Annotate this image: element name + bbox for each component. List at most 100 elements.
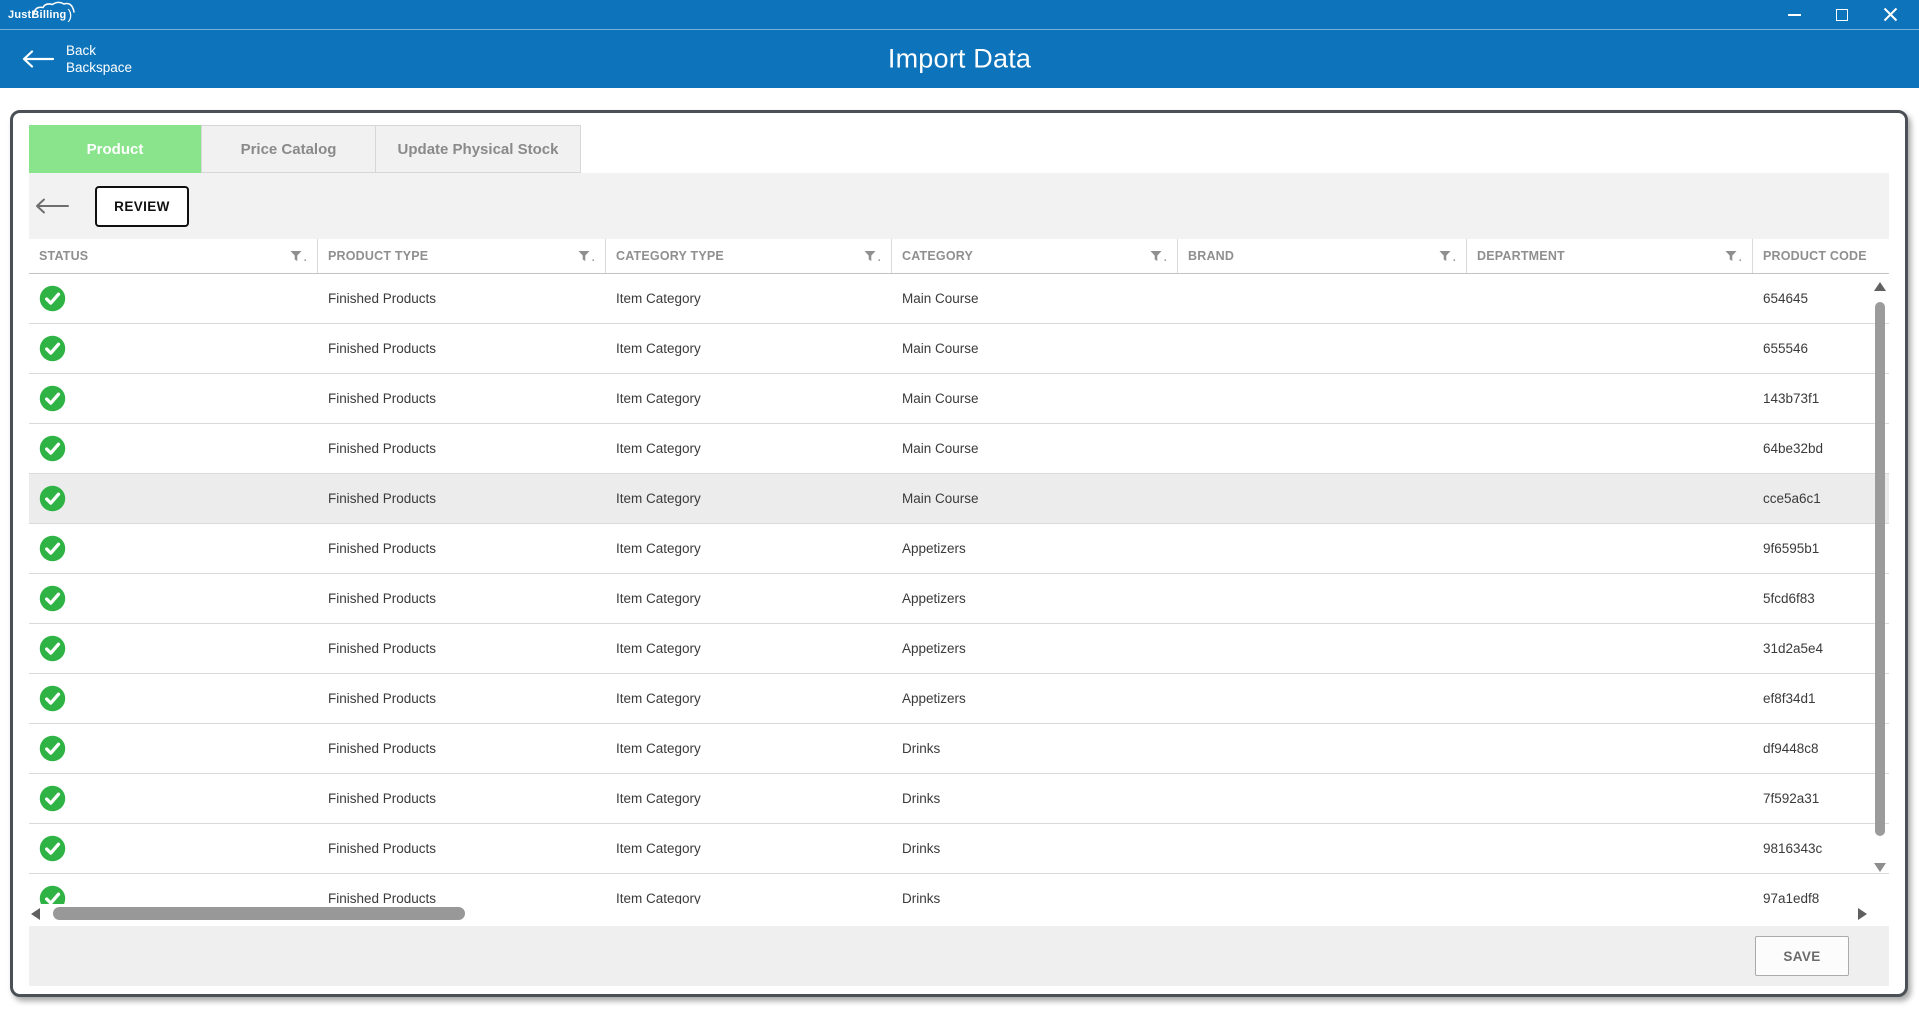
table-row[interactable]: Finished ProductsItem CategoryAppetizers… bbox=[29, 574, 1889, 624]
vertical-scroll-thumb[interactable] bbox=[1875, 302, 1885, 836]
cell-product-type: Finished Products bbox=[318, 691, 606, 706]
page-title: Import Data bbox=[888, 44, 1031, 75]
cell-category-type: Item Category bbox=[606, 491, 892, 506]
table-row[interactable]: Finished ProductsItem CategoryAppetizers… bbox=[29, 674, 1889, 724]
close-icon bbox=[1883, 7, 1898, 22]
cell-product-code: 5fcd6f83 bbox=[1753, 591, 1889, 606]
minimize-button[interactable] bbox=[1785, 6, 1803, 24]
cell-category-type: Item Category bbox=[606, 441, 892, 456]
cell-category-type: Item Category bbox=[606, 691, 892, 706]
column-filter-button[interactable]: . bbox=[290, 250, 307, 262]
table-row[interactable]: Finished ProductsItem CategoryAppetizers… bbox=[29, 624, 1889, 674]
cell-status bbox=[29, 785, 318, 812]
cell-category-type: Item Category bbox=[606, 891, 892, 904]
column-filter-button[interactable]: . bbox=[864, 250, 881, 262]
column-label: BRAND bbox=[1188, 249, 1234, 263]
cell-category-type: Item Category bbox=[606, 541, 892, 556]
success-check-icon bbox=[39, 285, 66, 312]
left-arrow-icon bbox=[35, 198, 69, 214]
tab-update-physical-stock[interactable]: Update Physical Stock bbox=[375, 125, 581, 173]
cell-product-code: 654645 bbox=[1753, 291, 1889, 306]
cell-category: Drinks bbox=[892, 891, 1178, 904]
filter-dot: . bbox=[1739, 254, 1742, 262]
column-filter-button[interactable]: . bbox=[1725, 250, 1742, 262]
filter-funnel-icon bbox=[578, 250, 590, 262]
success-check-icon bbox=[39, 635, 66, 662]
horizontal-scrollbar[interactable] bbox=[29, 906, 1889, 922]
app-logo: JustBilling) bbox=[8, 7, 72, 23]
table-row[interactable]: Finished ProductsItem CategoryDrinks7f59… bbox=[29, 774, 1889, 824]
close-button[interactable] bbox=[1881, 6, 1899, 24]
minimize-icon bbox=[1788, 14, 1801, 16]
table-row[interactable]: Finished ProductsItem CategoryDrinks97a1… bbox=[29, 874, 1889, 904]
back-label-line1: Back bbox=[66, 42, 132, 59]
column-label: DEPARTMENT bbox=[1477, 249, 1565, 263]
cell-category-type: Item Category bbox=[606, 341, 892, 356]
cell-status bbox=[29, 335, 318, 362]
filter-dot: . bbox=[304, 254, 307, 262]
column-filter-button[interactable]: . bbox=[1150, 250, 1167, 262]
cell-product-type: Finished Products bbox=[318, 491, 606, 506]
table-row[interactable]: Finished ProductsItem CategoryMain Cours… bbox=[29, 274, 1889, 324]
success-check-icon bbox=[39, 685, 66, 712]
scroll-down-icon[interactable] bbox=[1874, 863, 1886, 872]
tab-product[interactable]: Product bbox=[29, 125, 201, 173]
success-check-icon bbox=[39, 535, 66, 562]
cell-status bbox=[29, 285, 318, 312]
cell-status bbox=[29, 835, 318, 862]
cell-status bbox=[29, 535, 318, 562]
cell-product-code: 97a1edf8 bbox=[1753, 891, 1889, 904]
column-filter-button[interactable]: . bbox=[1439, 250, 1456, 262]
column-header-product-type: PRODUCT TYPE. bbox=[318, 239, 606, 273]
table-row[interactable]: Finished ProductsItem CategoryAppetizers… bbox=[29, 524, 1889, 574]
horizontal-scroll-thumb[interactable] bbox=[53, 907, 465, 920]
filter-dot: . bbox=[1453, 254, 1456, 262]
table-row[interactable]: Finished ProductsItem CategoryDrinksdf94… bbox=[29, 724, 1889, 774]
scroll-left-icon[interactable] bbox=[31, 908, 40, 920]
cell-category-type: Item Category bbox=[606, 291, 892, 306]
table-row[interactable]: Finished ProductsItem CategoryDrinks9816… bbox=[29, 824, 1889, 874]
cell-category: Main Course bbox=[892, 291, 1178, 306]
column-header-category: CATEGORY. bbox=[892, 239, 1178, 273]
cell-category: Appetizers bbox=[892, 541, 1178, 556]
page-header: Back Backspace Import Data bbox=[0, 30, 1919, 88]
review-button[interactable]: REVIEW bbox=[95, 186, 189, 227]
cell-product-type: Finished Products bbox=[318, 541, 606, 556]
maximize-button[interactable] bbox=[1833, 6, 1851, 24]
success-check-icon bbox=[39, 335, 66, 362]
scroll-up-icon[interactable] bbox=[1874, 282, 1886, 291]
cell-category-type: Item Category bbox=[606, 741, 892, 756]
table-row[interactable]: Finished ProductsItem CategoryMain Cours… bbox=[29, 374, 1889, 424]
window-controls bbox=[1785, 6, 1905, 24]
cell-product-type: Finished Products bbox=[318, 341, 606, 356]
vertical-scrollbar[interactable] bbox=[1873, 276, 1887, 904]
cell-product-code: 64be32bd bbox=[1753, 441, 1889, 456]
filter-funnel-icon bbox=[1725, 250, 1737, 262]
cell-category: Appetizers bbox=[892, 641, 1178, 656]
column-label: PRODUCT CODE bbox=[1763, 249, 1867, 263]
scroll-right-icon[interactable] bbox=[1858, 908, 1867, 920]
table-row[interactable]: Finished ProductsItem CategoryMain Cours… bbox=[29, 474, 1889, 524]
cell-category: Main Course bbox=[892, 441, 1178, 456]
back-label-line2: Backspace bbox=[66, 59, 132, 76]
toolbar: REVIEW bbox=[29, 173, 1889, 239]
toolbar-back-button[interactable] bbox=[35, 198, 69, 214]
column-filter-button[interactable]: . bbox=[578, 250, 595, 262]
save-button[interactable]: SAVE bbox=[1755, 936, 1849, 976]
back-button[interactable]: Back Backspace bbox=[22, 42, 132, 77]
cell-product-type: Finished Products bbox=[318, 791, 606, 806]
cell-product-code: df9448c8 bbox=[1753, 741, 1889, 756]
filter-dot: . bbox=[878, 254, 881, 262]
cell-category: Drinks bbox=[892, 841, 1178, 856]
success-check-icon bbox=[39, 835, 66, 862]
cell-status bbox=[29, 485, 318, 512]
table-row[interactable]: Finished ProductsItem CategoryMain Cours… bbox=[29, 424, 1889, 474]
cell-category-type: Item Category bbox=[606, 841, 892, 856]
column-header-status: STATUS. bbox=[29, 239, 318, 273]
cell-product-type: Finished Products bbox=[318, 291, 606, 306]
tab-price-catalog[interactable]: Price Catalog bbox=[201, 125, 376, 173]
table-row[interactable]: Finished ProductsItem CategoryMain Cours… bbox=[29, 324, 1889, 374]
filter-funnel-icon bbox=[290, 250, 302, 262]
success-check-icon bbox=[39, 585, 66, 612]
cell-category: Drinks bbox=[892, 741, 1178, 756]
